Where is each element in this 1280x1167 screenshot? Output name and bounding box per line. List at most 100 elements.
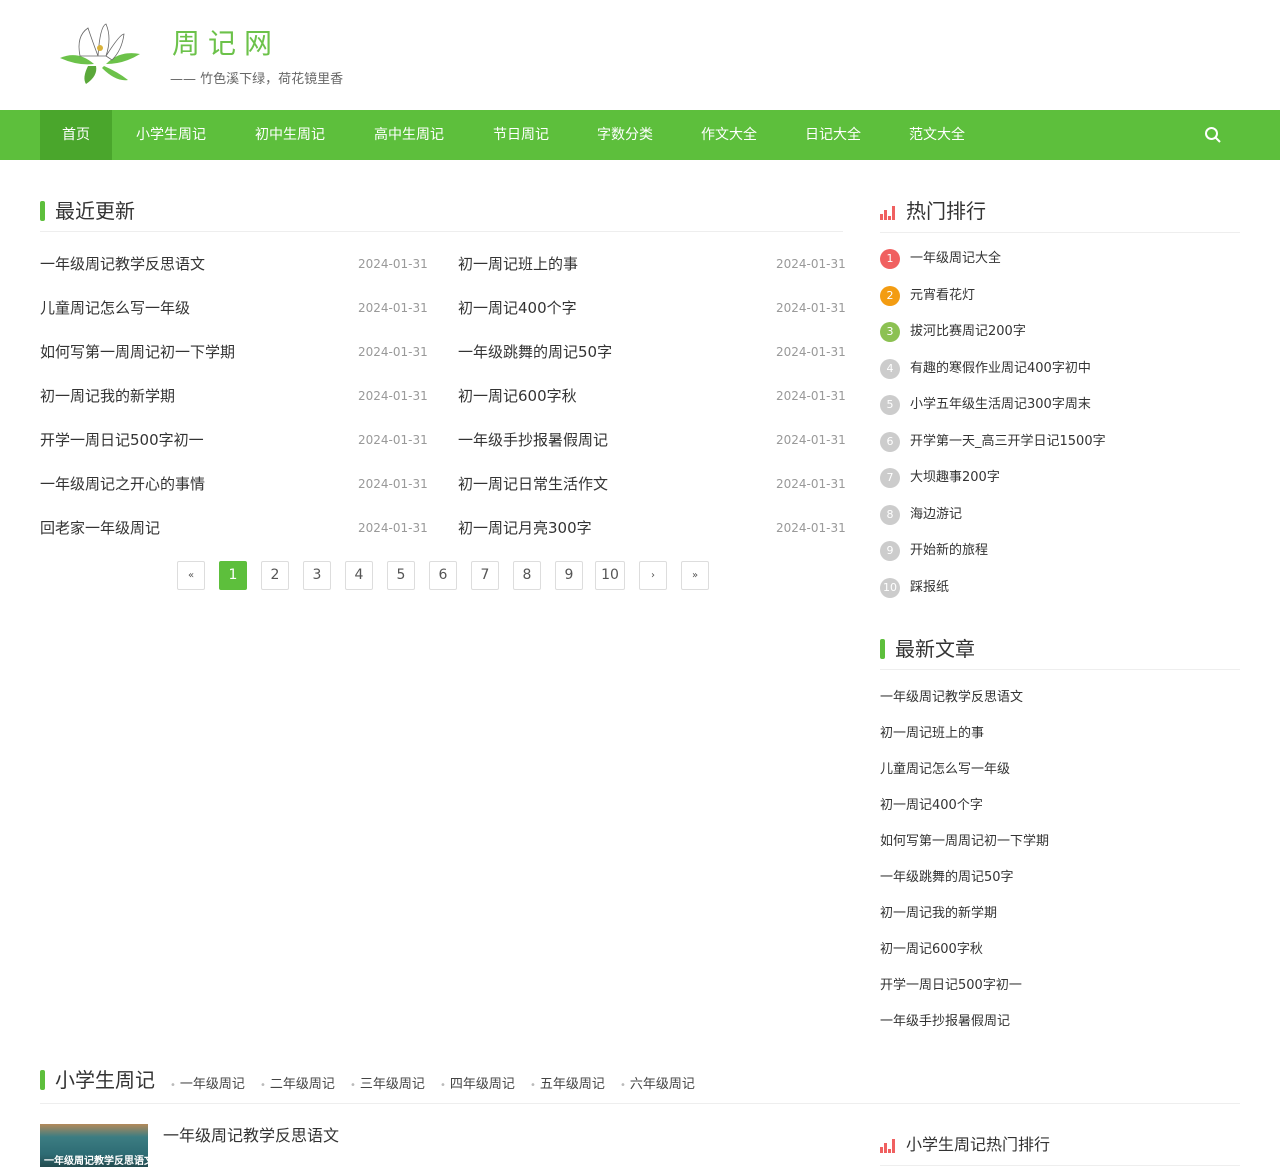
page-button[interactable]: 1 bbox=[219, 561, 247, 590]
page-button[interactable]: 8 bbox=[513, 561, 541, 590]
latest-article-link[interactable]: 一年级周记教学反思语文 bbox=[880, 686, 1023, 705]
article-link[interactable]: 一年级周记教学反思语文 bbox=[40, 254, 205, 274]
hot-item-label: 元宵看花灯 bbox=[910, 287, 976, 303]
latest-article-link[interactable]: 一年级跳舞的周记50字 bbox=[880, 866, 1014, 885]
article-date: 2024-01-31 bbox=[776, 433, 846, 447]
article-link[interactable]: 一年级手抄报暑假周记 bbox=[458, 430, 608, 450]
primary-first-article[interactable]: 一年级周记教学反思语文 bbox=[163, 1126, 339, 1146]
hot-item-label: 有趣的寒假作业周记400字初中 bbox=[910, 360, 1091, 376]
page-button[interactable]: 10 bbox=[595, 561, 625, 590]
divider bbox=[40, 1103, 1240, 1104]
rank-badge: 4 bbox=[880, 358, 900, 379]
article-link[interactable]: 一年级跳舞的周记50字 bbox=[458, 342, 612, 362]
page-button[interactable]: › bbox=[639, 561, 667, 590]
subcategory-link[interactable]: 四年级周记 bbox=[440, 1073, 515, 1092]
rank-badge: 8 bbox=[880, 504, 900, 525]
hot-item[interactable]: 8 海边游记 bbox=[880, 504, 962, 525]
article-link[interactable]: 如何写第一周周记初一下学期 bbox=[40, 342, 235, 362]
nav-diaries[interactable]: 日记大全 bbox=[783, 110, 883, 160]
hot-item[interactable]: 2 元宵看花灯 bbox=[880, 285, 976, 306]
article-link[interactable]: 初一周记班上的事 bbox=[458, 254, 578, 274]
nav-junior[interactable]: 初中生周记 bbox=[233, 110, 347, 160]
hot-item[interactable]: 4 有趣的寒假作业周记400字初中 bbox=[880, 358, 1091, 379]
recent-title: 最近更新 bbox=[40, 200, 135, 222]
latest-article-link[interactable]: 初一周记600字秋 bbox=[880, 938, 983, 957]
page-button[interactable]: 4 bbox=[345, 561, 373, 590]
thumb-caption: 一年级周记教学反思语文 bbox=[44, 1156, 148, 1167]
article-link[interactable]: 回老家一年级周记 bbox=[40, 518, 160, 538]
hot-item[interactable]: 7 大坝趣事200字 bbox=[880, 468, 1000, 488]
main-nav: 首页 小学生周记 初中生周记 高中生周记 节日周记 字数分类 作文大全 日记大全… bbox=[0, 110, 1280, 160]
article-link[interactable]: 初一周记月亮300字 bbox=[458, 518, 592, 538]
article-link[interactable]: 初一周记600字秋 bbox=[458, 386, 577, 406]
article-link[interactable]: 一年级周记之开心的事情 bbox=[40, 474, 205, 494]
article-date: 2024-01-31 bbox=[358, 301, 428, 315]
hot-item-label: 大坝趣事200字 bbox=[910, 470, 1000, 485]
page-button[interactable]: 2 bbox=[261, 561, 289, 590]
hot-item[interactable]: 5 小学五年级生活周记300字周末 bbox=[880, 395, 1091, 415]
divider bbox=[40, 231, 843, 232]
article-link[interactable]: 儿童周记怎么写一年级 bbox=[40, 298, 190, 318]
article-date: 2024-01-31 bbox=[776, 301, 846, 315]
latest-article-link[interactable]: 初一周记400个字 bbox=[880, 794, 983, 813]
bar-chart-icon bbox=[880, 206, 895, 220]
header: 周记网 —— 竹色溪下绿，荷花镜里香 bbox=[0, 0, 1280, 110]
subcategory-link[interactable]: 六年级周记 bbox=[620, 1073, 695, 1092]
article-link[interactable]: 开学一周日记500字初一 bbox=[40, 430, 204, 450]
latest-article-link[interactable]: 一年级手抄报暑假周记 bbox=[880, 1010, 1010, 1029]
hot-item[interactable]: 10 踩报纸 bbox=[880, 577, 950, 598]
page-button[interactable]: 6 bbox=[429, 561, 457, 590]
search-icon[interactable] bbox=[1204, 126, 1222, 144]
article-link[interactable]: 初一周记400个字 bbox=[458, 298, 577, 318]
nav-wordcount[interactable]: 字数分类 bbox=[575, 110, 675, 160]
article-date: 2024-01-31 bbox=[358, 477, 428, 491]
rank-badge: 5 bbox=[880, 395, 900, 415]
subcategory-link[interactable]: 三年级周记 bbox=[350, 1073, 425, 1092]
hot-item[interactable]: 3 拔河比赛周记200字 bbox=[880, 322, 1026, 342]
hot-item-label: 开学第一天_高三开学日记1500字 bbox=[910, 433, 1106, 449]
nav-senior[interactable]: 高中生周记 bbox=[352, 110, 466, 160]
nav-home[interactable]: 首页 bbox=[40, 110, 112, 160]
rank-badge: 10 bbox=[880, 577, 900, 598]
article-date: 2024-01-31 bbox=[358, 257, 428, 271]
hot-item[interactable]: 1 一年级周记大全 bbox=[880, 249, 1001, 269]
primary-hot-title: 小学生周记热门排行 bbox=[906, 1135, 1051, 1154]
latest-article-link[interactable]: 开学一周日记500字初一 bbox=[880, 974, 1022, 993]
bar-chart-icon bbox=[880, 1139, 895, 1153]
page-button[interactable]: 9 bbox=[555, 561, 583, 590]
subcategory-link[interactable]: 一年级周记 bbox=[170, 1073, 245, 1092]
article-link[interactable]: 初一周记日常生活作文 bbox=[458, 474, 608, 494]
article-date: 2024-01-31 bbox=[776, 521, 846, 535]
article-date: 2024-01-31 bbox=[358, 433, 428, 447]
article-date: 2024-01-31 bbox=[776, 257, 846, 271]
page-button[interactable]: 5 bbox=[387, 561, 415, 590]
hot-item[interactable]: 6 开学第一天_高三开学日记1500字 bbox=[880, 431, 1106, 452]
article-link[interactable]: 初一周记我的新学期 bbox=[40, 386, 175, 406]
nav-primary[interactable]: 小学生周记 bbox=[114, 110, 228, 160]
article-date: 2024-01-31 bbox=[358, 521, 428, 535]
hot-item-label: 踩报纸 bbox=[910, 579, 950, 595]
page-button[interactable]: « bbox=[177, 561, 205, 590]
latest-article-link[interactable]: 初一周记班上的事 bbox=[880, 722, 984, 741]
site-title[interactable]: 周记网 bbox=[172, 22, 280, 62]
article-date: 2024-01-31 bbox=[776, 477, 846, 491]
article-thumbnail[interactable]: 一年级周记教学反思语文 bbox=[40, 1124, 148, 1167]
nav-essays[interactable]: 作文大全 bbox=[679, 110, 779, 160]
page-button[interactable]: » bbox=[681, 561, 709, 590]
divider bbox=[880, 1165, 1240, 1166]
divider bbox=[880, 232, 1240, 233]
page-button[interactable]: 3 bbox=[303, 561, 331, 590]
nav-samples[interactable]: 范文大全 bbox=[887, 110, 987, 160]
page-button[interactable]: 7 bbox=[471, 561, 499, 590]
subcategory-link[interactable]: 二年级周记 bbox=[260, 1073, 335, 1092]
latest-article-link[interactable]: 初一周记我的新学期 bbox=[880, 902, 997, 921]
latest-article-link[interactable]: 儿童周记怎么写一年级 bbox=[880, 758, 1010, 777]
latest-title: 最新文章 bbox=[880, 638, 975, 660]
lotus-logo-icon[interactable] bbox=[58, 20, 142, 86]
hot-item-label: 小学五年级生活周记300字周末 bbox=[910, 397, 1091, 412]
rank-badge: 2 bbox=[880, 285, 900, 306]
subcategory-link[interactable]: 五年级周记 bbox=[530, 1073, 605, 1092]
nav-festival[interactable]: 节日周记 bbox=[471, 110, 571, 160]
hot-item[interactable]: 9 开始新的旅程 bbox=[880, 541, 988, 561]
latest-article-link[interactable]: 如何写第一周周记初一下学期 bbox=[880, 830, 1049, 849]
